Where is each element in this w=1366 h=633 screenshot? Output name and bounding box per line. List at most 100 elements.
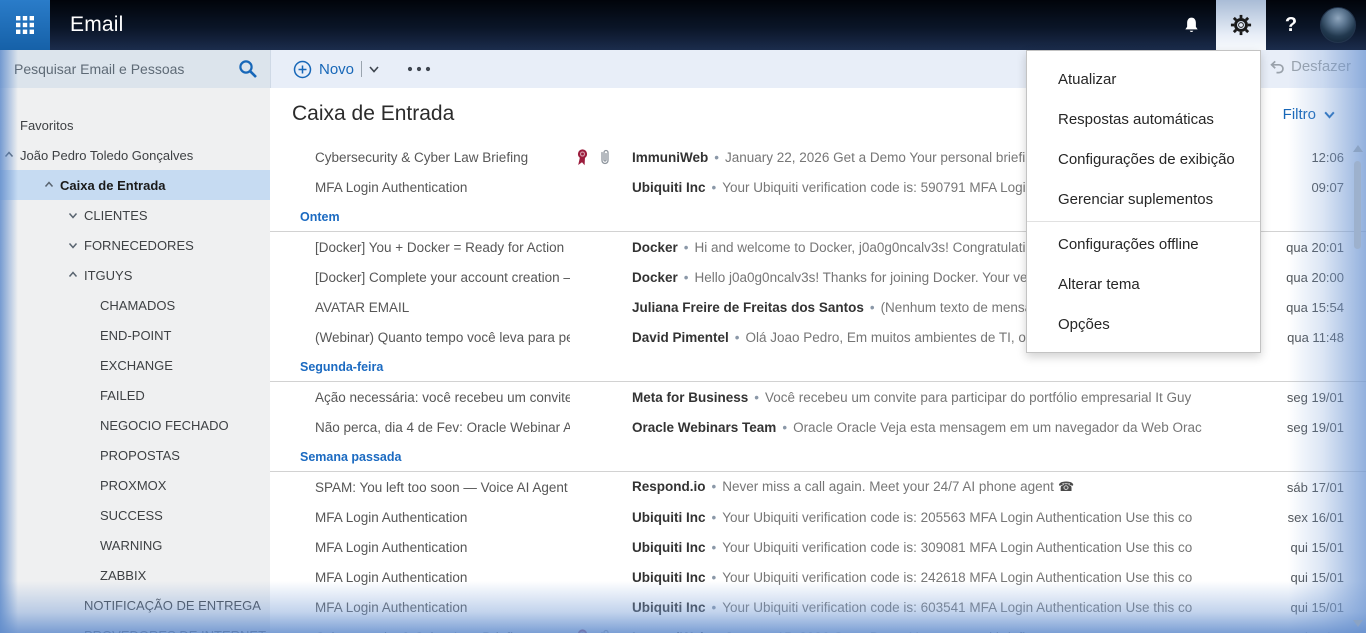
message-sender-preview: Ubiquiti Inc•Your Ubiquiti verification … <box>632 510 1252 525</box>
expand-arrow-icon[interactable] <box>68 210 78 220</box>
message-sender: Ubiquiti Inc <box>632 600 706 615</box>
new-message-button[interactable]: Novo <box>293 60 380 79</box>
message-icons <box>570 628 632 633</box>
sidebar-folder-end-point[interactable]: END-POINT <box>0 320 270 350</box>
notifications-button[interactable] <box>1166 0 1216 50</box>
message-row[interactable]: Não perca, dia 4 de Fev: Oracle Webinar … <box>270 412 1366 442</box>
collapse-arrow-icon[interactable] <box>68 270 78 280</box>
sidebar-folder-proxmox[interactable]: PROXMOX <box>0 470 270 500</box>
sidebar-folder-provedores-de-internet[interactable]: PROVEDORES DE INTERNET <box>0 620 270 633</box>
filter-button[interactable]: Filtro <box>1283 106 1336 123</box>
list-scrollbar[interactable] <box>1352 145 1364 627</box>
folder-label: FORNECEDORES <box>84 238 194 253</box>
message-sender-preview: Ubiquiti Inc•Your Ubiquiti verification … <box>632 600 1252 615</box>
search-input[interactable] <box>0 61 226 77</box>
message-preview: Your Ubiquiti verification code is: 3090… <box>722 540 1192 555</box>
folder-tree: FavoritosJoão Pedro Toledo GonçalvesCaix… <box>0 110 270 633</box>
sidebar-folder-propostas[interactable]: PROPOSTAS <box>0 440 270 470</box>
message-row[interactable]: MFA Login Authentication Ubiquiti Inc•You… <box>270 592 1366 622</box>
help-button[interactable]: ? <box>1266 0 1316 50</box>
message-row[interactable]: Ação necessária: você recebeu um convite… <box>270 382 1366 412</box>
sidebar-folder-favoritos[interactable]: Favoritos <box>0 110 270 140</box>
message-subject: MFA Login Authentication <box>315 180 570 195</box>
menu-item-atualizar[interactable]: Atualizar <box>1027 59 1260 99</box>
message-sender-preview: Respond.io•Never miss a call again. Meet… <box>632 479 1252 495</box>
app-launcher-button[interactable] <box>0 0 50 50</box>
menu-separator <box>1027 221 1260 222</box>
sidebar-folder-success[interactable]: SUCCESS <box>0 500 270 530</box>
sidebar-folder-itguys[interactable]: ITGUYS <box>0 260 270 290</box>
sidebar-folder-jo-o-pedro-toledo-gon-alves[interactable]: João Pedro Toledo Gonçalves <box>0 140 270 170</box>
message-row[interactable]: MFA Login Authentication Ubiquiti Inc•You… <box>270 502 1366 532</box>
sidebar-folder-failed[interactable]: FAILED <box>0 380 270 410</box>
folder-label: END-POINT <box>100 328 172 343</box>
menu-item-respostas-autom-ticas[interactable]: Respostas automáticas <box>1027 99 1260 139</box>
filter-label: Filtro <box>1283 106 1316 123</box>
chevron-down-icon[interactable] <box>68 210 78 220</box>
search-button[interactable] <box>226 50 270 88</box>
menu-item-op-es[interactable]: Opções <box>1027 304 1260 344</box>
message-preview: Never miss a call again. Meet your 24/7 … <box>722 479 1054 494</box>
chevron-down-icon[interactable] <box>368 63 380 75</box>
message-row[interactable]: MFA Login AuthenticationUbiquiti Inc•You… <box>270 562 1366 592</box>
scroll-down-arrow[interactable] <box>1353 620 1363 627</box>
message-preview: Hi and welcome to Docker, j0a0g0ncalv3s!… <box>695 240 1048 255</box>
menu-item-configura-es-offline[interactable]: Configurações offline <box>1027 224 1260 264</box>
message-sender: Docker <box>632 270 678 285</box>
question-mark-icon: ? <box>1285 14 1297 37</box>
sidebar-folder-clientes[interactable]: CLIENTES <box>0 200 270 230</box>
message-preview: Your Ubiquiti verification code is: 6035… <box>722 600 1192 615</box>
user-avatar[interactable] <box>1320 7 1356 43</box>
message-row[interactable]: Cybersecurity & Cyber Law BriefingImmuni… <box>270 622 1366 633</box>
message-date: qui 15/01 <box>1252 570 1344 585</box>
sidebar-folder-chamados[interactable]: CHAMADOS <box>0 290 270 320</box>
settings-button[interactable] <box>1216 0 1266 50</box>
new-button-label: Novo <box>319 61 354 78</box>
message-date: qua 15:54 <box>1252 300 1344 315</box>
sidebar-folder-zabbix[interactable]: ZABBIX <box>0 560 270 590</box>
message-preview: Your Ubiquiti verification code is: 2426… <box>722 570 1192 585</box>
menu-item-alterar-tema[interactable]: Alterar tema <box>1027 264 1260 304</box>
undo-icon <box>1268 58 1285 75</box>
message-row[interactable]: MFA Login AuthenticationUbiquiti Inc•You… <box>270 532 1366 562</box>
folder-label: ITGUYS <box>84 268 132 283</box>
sidebar-folder-warning[interactable]: WARNING <box>0 530 270 560</box>
sidebar-folder-notifica-o-de-entrega[interactable]: NOTIFICAÇÃO DE ENTREGA <box>0 590 270 620</box>
sidebar-folder-exchange[interactable]: EXCHANGE <box>0 350 270 380</box>
chevron-up-icon[interactable] <box>4 150 14 160</box>
menu-item-configura-es-de-exibi-o[interactable]: Configurações de exibição <box>1027 139 1260 179</box>
chevron-up-icon[interactable] <box>68 270 78 280</box>
folder-label: NEGOCIO FECHADO <box>100 418 229 433</box>
paperclip-icon <box>599 148 611 166</box>
chevron-up-icon[interactable] <box>44 180 54 190</box>
message-preview: Your Ubiquiti verification code is: 5907… <box>722 180 1033 195</box>
expand-arrow-icon[interactable] <box>68 240 78 250</box>
folder-label: WARNING <box>100 538 162 553</box>
bullet-separator: • <box>735 330 740 345</box>
bullet-separator: • <box>712 510 717 525</box>
message-subject: Ação necessária: você recebeu um convite… <box>315 390 570 405</box>
message-date: qua 20:01 <box>1252 240 1344 255</box>
paperclip-icon <box>599 628 611 633</box>
message-sender-preview: ImmuniWeb•January 15, 2026 Get a Demo Yo… <box>632 630 1252 633</box>
menu-item-gerenciar-suplementos[interactable]: Gerenciar suplementos <box>1027 179 1260 219</box>
settings-menu: AtualizarRespostas automáticasConfiguraç… <box>1026 50 1261 353</box>
collapse-arrow-icon[interactable] <box>4 150 14 160</box>
sidebar-folder-fornecedores[interactable]: FORNECEDORES <box>0 230 270 260</box>
undo-button[interactable]: Desfazer <box>1268 58 1351 75</box>
sidebar-folder-negocio-fechado[interactable]: NEGOCIO FECHADO <box>0 410 270 440</box>
message-subject: Não perca, dia 4 de Fev: Oracle Webinar … <box>315 420 570 435</box>
bell-icon <box>1181 15 1202 36</box>
collapse-arrow-icon[interactable] <box>44 180 54 190</box>
more-commands-button[interactable] <box>406 65 432 73</box>
message-sender: Ubiquiti Inc <box>632 180 706 195</box>
message-sender-preview: Ubiquiti Inc•Your Ubiquiti verification … <box>632 540 1252 555</box>
scroll-up-arrow[interactable] <box>1353 145 1363 152</box>
scrollbar-thumb[interactable] <box>1354 161 1361 249</box>
message-subject: MFA Login Authentication <box>315 510 570 525</box>
message-row[interactable]: SPAM: You left too soon — Voice AI Agent… <box>270 472 1366 502</box>
message-subject: MFA Login Authentication <box>315 600 570 615</box>
message-date: seg 19/01 <box>1252 390 1344 405</box>
sidebar-folder-caixa-de-entrada[interactable]: Caixa de Entrada <box>0 170 270 200</box>
chevron-down-icon[interactable] <box>68 240 78 250</box>
